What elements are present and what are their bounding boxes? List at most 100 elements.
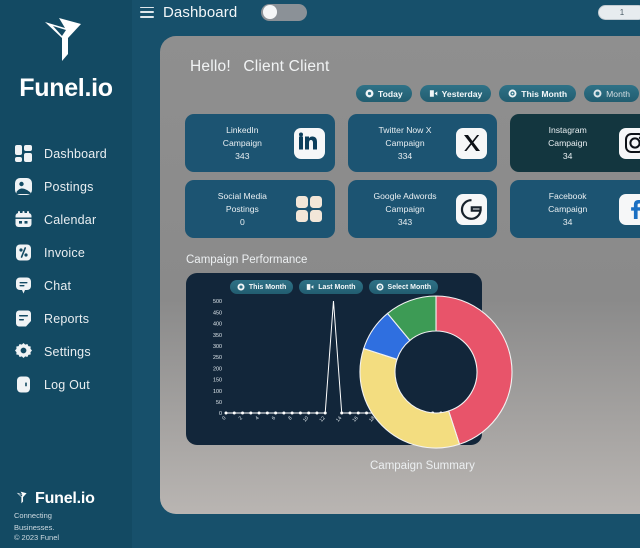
instagram-icon bbox=[619, 127, 640, 159]
stat-card-text: Instagram Campaign 34 bbox=[516, 125, 619, 161]
svg-text:450: 450 bbox=[213, 310, 222, 316]
chart-section-title: Campaign Performance bbox=[186, 254, 308, 266]
stat-card-text: Social Media Postings 0 bbox=[191, 191, 294, 227]
stat-card-google-adwords[interactable]: Google Adwords Campaign 343 bbox=[347, 180, 498, 238]
sidebar-footer: Funel.io Connecting Businesses. © 2023 F… bbox=[0, 490, 132, 543]
funel-logo-icon bbox=[45, 18, 81, 61]
sidebar-item-chat[interactable]: Chat bbox=[0, 269, 132, 302]
donut-slice[interactable] bbox=[359, 347, 461, 449]
sidebar-item-postings[interactable]: Postings bbox=[0, 170, 132, 203]
calendar-icon bbox=[14, 210, 33, 229]
sidebar-brand: Funel.io bbox=[0, 14, 132, 103]
select-month-icon bbox=[376, 283, 384, 291]
chart-filter-this-month-button[interactable]: This Month bbox=[229, 280, 294, 294]
svg-text:6: 6 bbox=[271, 415, 277, 421]
stat-card-title-line1: LinkedIn bbox=[226, 125, 259, 135]
sidebar-item-label: Log Out bbox=[44, 377, 90, 392]
sidebar-item-log-out[interactable]: Log Out bbox=[0, 368, 132, 401]
stat-card-title-line1: Google Adwords bbox=[373, 191, 437, 201]
svg-text:50: 50 bbox=[216, 400, 222, 406]
svg-text:100: 100 bbox=[213, 389, 222, 395]
grid-postings-icon bbox=[294, 194, 325, 225]
postings-icon bbox=[14, 177, 33, 196]
this-month-icon bbox=[237, 283, 245, 291]
svg-text:400: 400 bbox=[213, 322, 222, 328]
stat-card-text: Google Adwords Campaign 343 bbox=[354, 191, 457, 227]
sidebar-item-dashboard[interactable]: Dashboard bbox=[0, 137, 132, 170]
filter-select-month-button[interactable]: Month bbox=[584, 85, 640, 102]
filter-today-button[interactable]: Today bbox=[356, 85, 412, 102]
this-month-icon bbox=[508, 89, 517, 98]
sidebar-nav: Dashboard Postings Calendar Invoice Chat… bbox=[0, 137, 132, 401]
filter-yesterday-button[interactable]: Yesterday bbox=[419, 85, 492, 102]
stat-card-value: 334 bbox=[397, 151, 413, 161]
stat-card-text: Facebook Campaign 34 bbox=[516, 191, 619, 227]
svg-text:12: 12 bbox=[319, 415, 327, 423]
svg-text:350: 350 bbox=[213, 333, 222, 339]
svg-text:0: 0 bbox=[221, 415, 227, 421]
google-icon bbox=[456, 193, 488, 225]
stat-card-row: LinkedIn Campaign 343 Twitter Now X Camp… bbox=[185, 114, 640, 172]
stat-card-title-line2: Campaign bbox=[548, 138, 588, 148]
stat-card-title-line2: Campaign bbox=[222, 138, 262, 148]
filter-this-month-button[interactable]: This Month bbox=[499, 85, 577, 102]
yesterday-icon bbox=[429, 90, 437, 97]
svg-text:150: 150 bbox=[213, 378, 222, 384]
hamburger-menu-icon[interactable] bbox=[140, 6, 154, 18]
sidebar-item-invoice[interactable]: Invoice bbox=[0, 236, 132, 269]
stat-card-title-line1: Twitter Now X bbox=[378, 125, 432, 135]
filter-label: Yesterday bbox=[441, 88, 483, 99]
sidebar-item-reports[interactable]: Reports bbox=[0, 302, 132, 335]
gear-icon bbox=[14, 342, 33, 361]
logout-icon bbox=[14, 375, 33, 394]
svg-text:500: 500 bbox=[213, 299, 222, 305]
stat-card-text: LinkedIn Campaign 343 bbox=[191, 125, 294, 161]
dashboard-icon bbox=[14, 144, 33, 163]
svg-text:300: 300 bbox=[213, 344, 222, 350]
stat-card-instagram[interactable]: Instagram Campaign 34 bbox=[510, 114, 640, 172]
invoice-icon bbox=[14, 243, 33, 262]
notification-badge[interactable]: 1 bbox=[598, 5, 640, 20]
sidebar-item-label: Invoice bbox=[44, 245, 86, 260]
sidebar: Funel.io Dashboard Postings Calendar Inv… bbox=[0, 0, 132, 548]
sidebar-item-calendar[interactable]: Calendar bbox=[0, 203, 132, 236]
filter-label: Month bbox=[606, 88, 631, 99]
sidebar-item-settings[interactable]: Settings bbox=[0, 335, 132, 368]
date-filter-group: Today Yesterday This Month Month bbox=[356, 85, 640, 102]
stat-card-title-line2: Campaign bbox=[385, 138, 425, 148]
stat-card-row: Social Media Postings 0 Google Adwords C… bbox=[185, 180, 640, 238]
greeting-hello: Hello! bbox=[190, 58, 231, 75]
stat-card-facebook[interactable]: Facebook Campaign 34 bbox=[510, 180, 640, 238]
topbar: Dashboard 1 bbox=[132, 0, 640, 24]
facebook-icon bbox=[619, 193, 640, 225]
stat-card-value: 343 bbox=[235, 151, 250, 161]
filter-label: Today bbox=[378, 88, 403, 99]
donut-chart-title: Campaign Summary bbox=[370, 460, 475, 472]
copyright-symbol: © bbox=[14, 532, 20, 542]
stat-card-title-line1: Facebook bbox=[548, 191, 587, 201]
stat-card-text: Twitter Now X Campaign 334 bbox=[354, 125, 457, 161]
stat-card-social-media-postings[interactable]: Social Media Postings 0 bbox=[185, 180, 335, 238]
sidebar-item-label: Calendar bbox=[44, 212, 97, 227]
greeting-name: Client Client bbox=[243, 58, 330, 75]
sidebar-item-label: Dashboard bbox=[44, 146, 107, 161]
sidebar-item-label: Reports bbox=[44, 311, 90, 326]
svg-text:250: 250 bbox=[213, 355, 222, 361]
theme-toggle[interactable] bbox=[261, 3, 308, 21]
sidebar-item-label: Settings bbox=[44, 344, 91, 359]
footer-copyright: © 2023 Funel bbox=[14, 533, 132, 543]
stat-card-title-line1: Instagram bbox=[548, 125, 587, 135]
svg-text:4: 4 bbox=[254, 415, 260, 421]
donut-svg bbox=[359, 295, 513, 449]
notification-count: 1 bbox=[619, 8, 625, 17]
filter-label: This Month bbox=[521, 88, 568, 99]
brand-name: Funel.io bbox=[19, 74, 113, 102]
stat-card-linkedin[interactable]: LinkedIn Campaign 343 bbox=[185, 114, 335, 172]
linkedin-icon bbox=[293, 127, 325, 159]
stat-card-value: 343 bbox=[397, 217, 413, 227]
stat-card-twitter-x[interactable]: Twitter Now X Campaign 334 bbox=[347, 114, 498, 172]
footer-tagline-line1: Connecting bbox=[14, 510, 52, 520]
chart-filter-label: Select Month bbox=[387, 283, 432, 291]
stat-card-grid: LinkedIn Campaign 343 Twitter Now X Camp… bbox=[185, 114, 640, 238]
today-icon bbox=[365, 89, 374, 98]
